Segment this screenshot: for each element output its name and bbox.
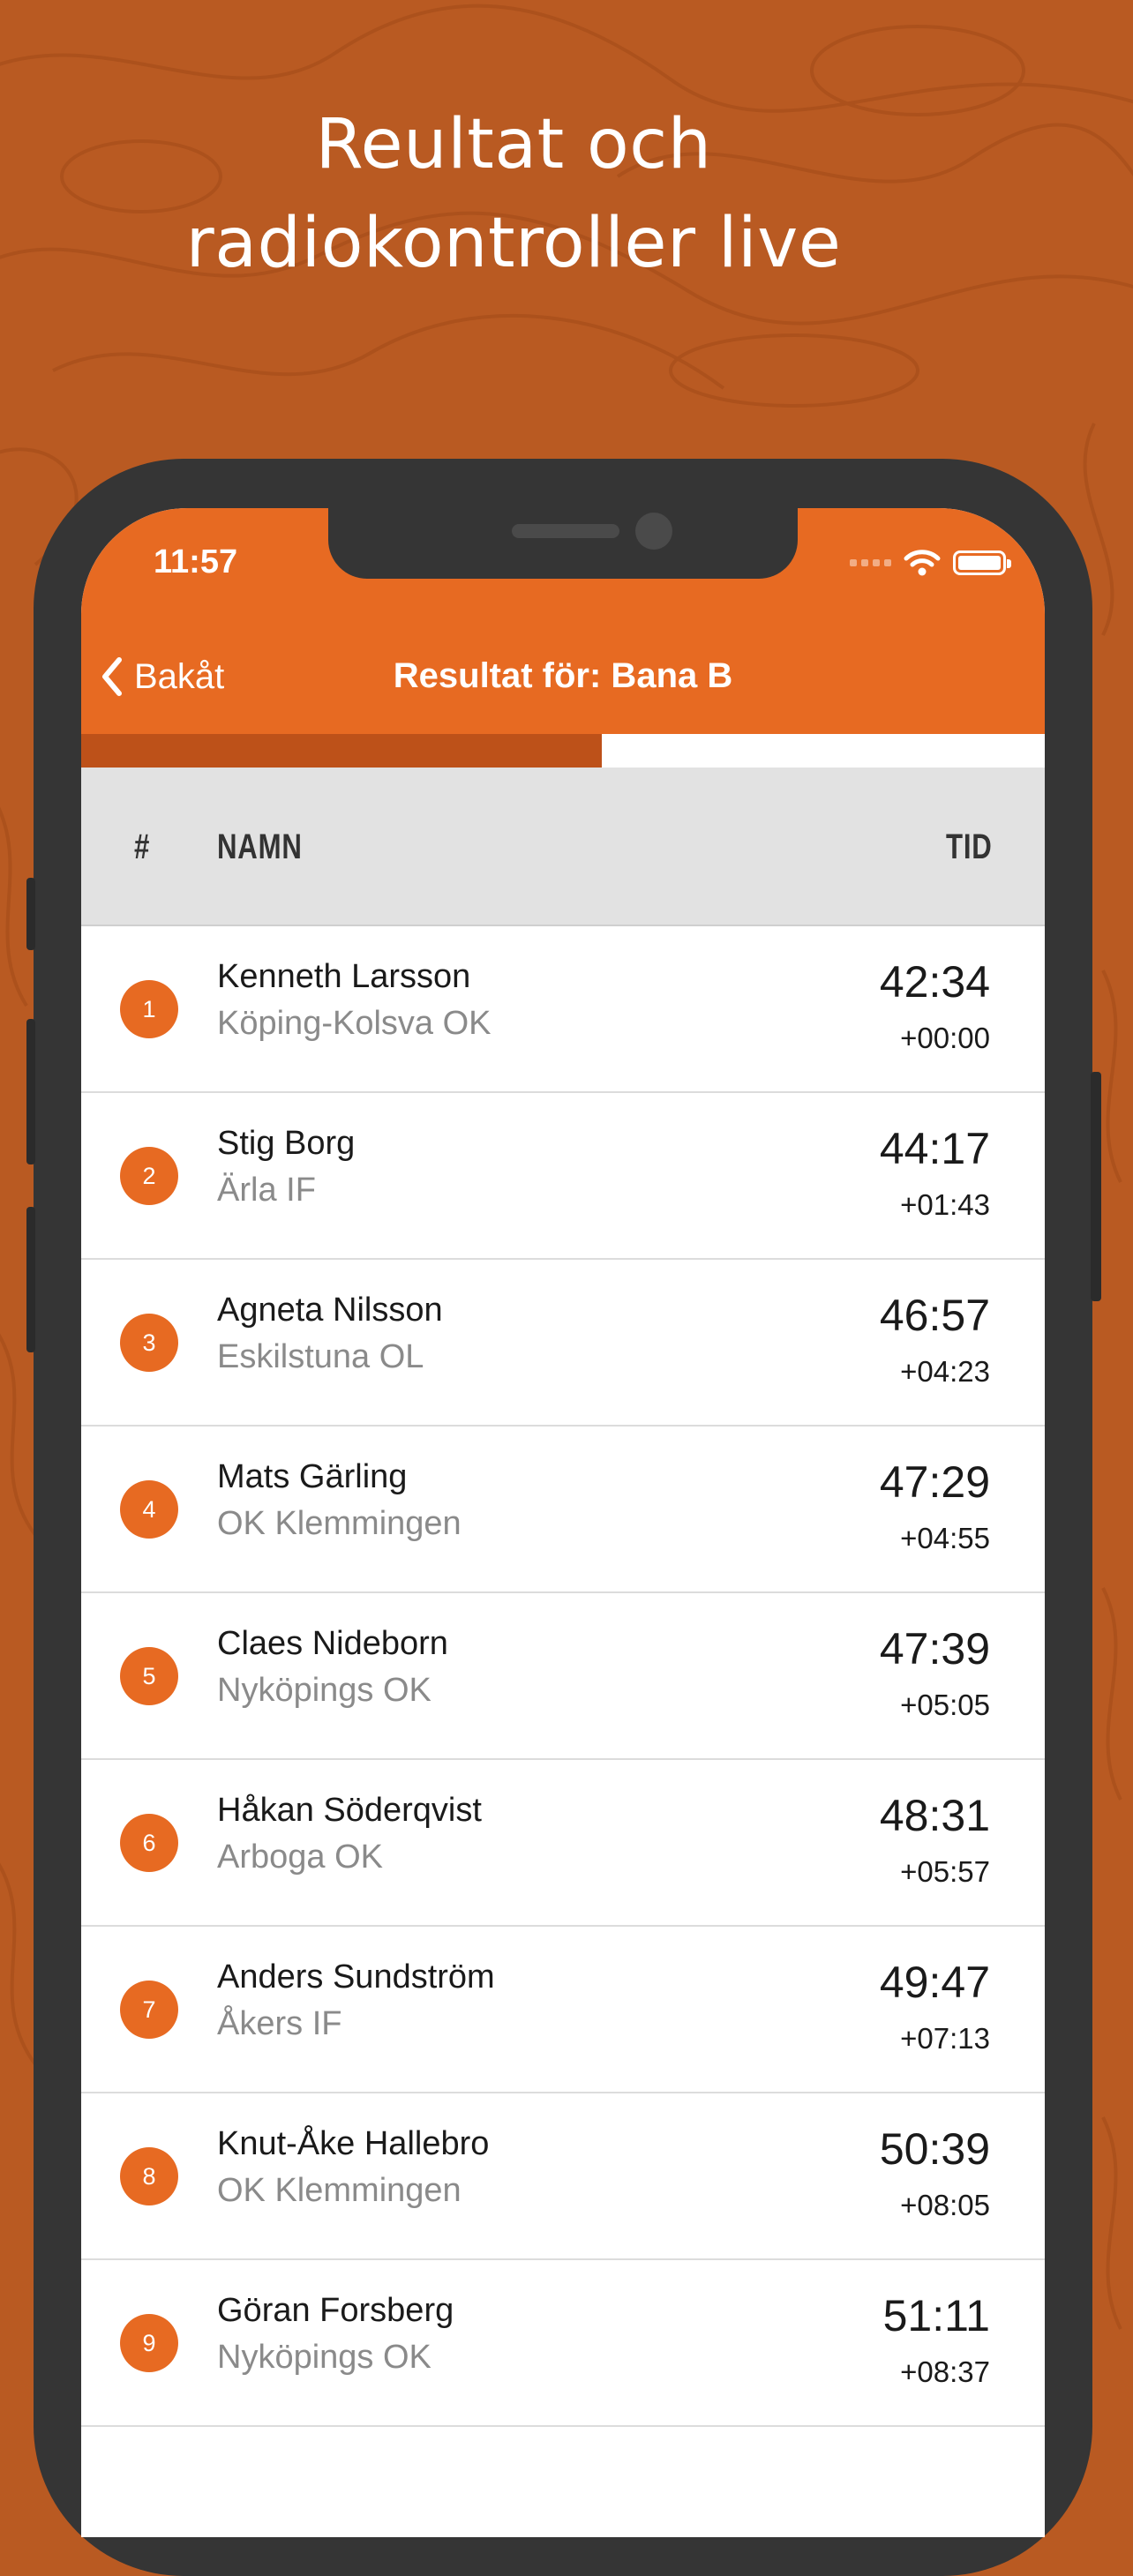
runner-club: Arboga OK [217,1838,383,1876]
rank-badge: 7 [120,1981,178,2039]
rank-badge: 6 [120,1814,178,1872]
phone-screen: 11:57 Bakåt Resultat för: Bana B # NAMN … [81,508,1045,2537]
runner-name: Kenneth Larsson [217,958,471,995]
battery-icon [953,550,1011,575]
rank-badge: 2 [120,1147,178,1205]
rank-badge: 3 [120,1314,178,1372]
result-time: 42:34 [879,957,990,1007]
rank-badge: 5 [120,1647,178,1705]
phone-silent-switch [26,878,35,950]
time-behind: +04:23 [900,1355,990,1388]
result-time: 50:39 [879,2124,990,2174]
runner-name: Claes Nideborn [217,1625,448,1662]
phone-volume-down [26,1207,35,1352]
runner-name: Stig Borg [217,1125,356,1162]
result-time: 44:17 [879,1124,990,1173]
results-list: 1 Kenneth Larsson Köping-Kolsva OK 42:34… [81,926,1045,2427]
result-row[interactable]: 2 Stig Borg Ärla IF 44:17 +01:43 [81,1093,1045,1260]
runner-club: Nyköpings OK [217,1672,431,1709]
rank-badge: 1 [120,980,178,1038]
result-time: 47:39 [879,1624,990,1674]
time-behind: +04:55 [900,1522,990,1554]
result-row[interactable]: 8 Knut-Åke Hallebro OK Klemmingen 50:39 … [81,2093,1045,2260]
phone-power-button [1091,1072,1101,1301]
result-row[interactable]: 4 Mats Gärling OK Klemmingen 47:29 +04:5… [81,1427,1045,1593]
result-row[interactable]: 6 Håkan Söderqvist Arboga OK 48:31 +05:5… [81,1760,1045,1927]
progress-bar [81,734,1045,768]
runner-name: Anders Sundström [217,1958,495,1996]
column-header-name: NAMN [217,827,303,866]
result-row[interactable]: 5 Claes Nideborn Nyköpings OK 47:39 +05:… [81,1593,1045,1760]
signal-icon [850,559,891,566]
time-behind: +00:00 [900,1022,990,1054]
time-behind: +05:05 [900,1689,990,1721]
rank-badge: 4 [120,1480,178,1539]
rank-badge: 9 [120,2314,178,2372]
time-behind: +07:13 [900,2022,990,2055]
result-row[interactable]: 3 Agneta Nilsson Eskilstuna OL 46:57 +04… [81,1260,1045,1427]
wifi-icon [904,550,941,576]
time-behind: +01:43 [900,1188,990,1221]
speaker-grill [512,524,619,538]
column-header-rank: # [134,827,151,866]
phone-volume-up [26,1019,35,1164]
column-header-time: TID [946,827,993,866]
result-time: 48:31 [879,1791,990,1840]
runner-name: Mats Gärling [217,1458,408,1495]
status-icons [850,547,1011,579]
result-row[interactable]: 7 Anders Sundström Åkers IF 49:47 +07:13 [81,1927,1045,2093]
headline: Reultat och radiokontroller live [0,95,1027,293]
runner-club: Åkers IF [217,2005,342,2042]
time-behind: +08:37 [900,2355,990,2388]
runner-name: Knut-Åke Hallebro [217,2125,490,2162]
result-row[interactable]: 1 Kenneth Larsson Köping-Kolsva OK 42:34… [81,926,1045,1093]
table-header: # NAMN TID [81,768,1045,926]
runner-club: Nyköpings OK [217,2339,431,2376]
result-time: 49:47 [879,1958,990,2007]
result-time: 51:11 [882,2291,990,2340]
runner-name: Håkan Söderqvist [217,1792,482,1829]
runner-club: OK Klemmingen [217,1505,461,1542]
runner-club: Köping-Kolsva OK [217,1005,491,1042]
runner-club: OK Klemmingen [217,2172,461,2209]
rank-badge: 8 [120,2147,178,2205]
result-time: 47:29 [879,1457,990,1507]
runner-name: Agneta Nilsson [217,1292,443,1329]
front-camera [635,513,672,550]
status-time: 11:57 [154,543,238,580]
runner-club: Ärla IF [217,1172,316,1209]
headline-line-1: Reultat och [315,105,712,184]
headline-line-2: radiokontroller live [185,204,842,283]
runner-club: Eskilstuna OL [217,1338,424,1375]
runner-name: Göran Forsberg [217,2292,454,2329]
result-time: 46:57 [879,1291,990,1340]
page-title: Resultat för: Bana B [393,656,733,695]
time-behind: +08:05 [900,2189,990,2221]
result-row[interactable]: 9 Göran Forsberg Nyköpings OK 51:11 +08:… [81,2260,1045,2427]
progress-fill [81,734,602,768]
notch [328,508,798,579]
time-behind: +05:57 [900,1855,990,1888]
